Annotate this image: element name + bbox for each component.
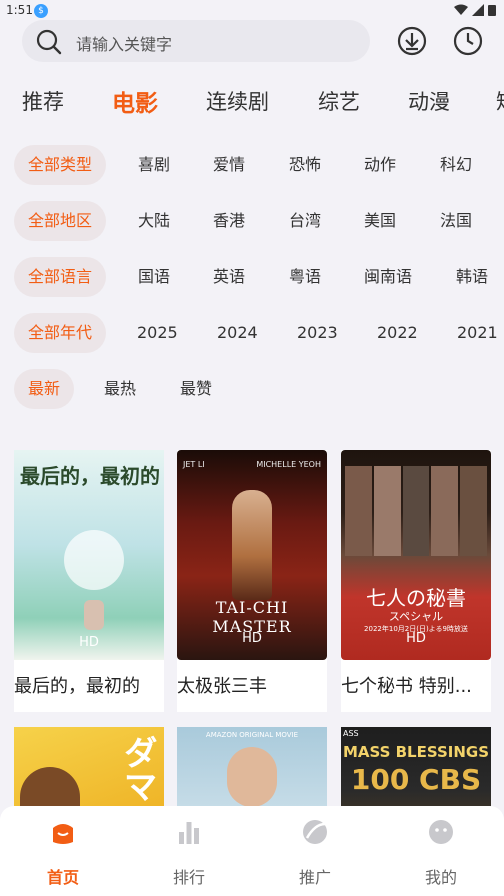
filter-genre-all[interactable]: 全部类型 [14,145,107,185]
bottom-navigation: 首页 排行 推广 我的 [0,806,504,896]
movie-card[interactable]: 最后的，最初的 HD 最后的，最初的 [14,450,164,712]
status-bar: 1:51 $ [0,0,504,22]
search-placeholder: 请输入关键字 [76,35,173,54]
filter-region-all[interactable]: 全部地区 [14,201,107,241]
poster-title-text: 最后的，最初的 [20,464,160,488]
nav-ranking[interactable]: 排行 [139,818,239,888]
sort-latest[interactable]: 最新 [14,369,75,409]
filter-region-france[interactable]: 法国 [440,201,472,241]
wifi-icon [454,4,468,15]
filter-genre-comedy[interactable]: 喜剧 [138,145,170,185]
search-icon [36,29,62,55]
history-icon[interactable] [452,25,484,57]
filter-year-2021[interactable]: 2021 [457,313,498,353]
category-tabs: 推荐 电影 连续剧 综艺 动漫 短 [0,80,504,124]
app-notification-icon: $ [34,4,48,18]
filter-row-region: 全部地区 大陆 香港 台湾 美国 法国 [0,198,504,242]
filter-row-language: 全部语言 国语 英语 粤语 闽南语 韩语 [0,254,504,298]
filter-language-minnan[interactable]: 闽南语 [364,257,412,297]
signal-icon [472,4,484,16]
poster-artwork [64,530,124,590]
poster-top-text: MASS BLESSINGS [342,743,490,761]
poster-label: AMAZON ORIGINAL MOVIE [205,731,299,739]
poster-cast-photos [345,466,487,556]
tab-movie[interactable]: 电影 [112,84,158,118]
download-icon[interactable] [396,25,428,57]
tab-anime[interactable]: 动漫 [408,86,450,116]
poster-tag: ASS [343,729,359,738]
poster-subtitle: スペシャル [388,610,444,623]
filter-language-cantonese[interactable]: 粤语 [289,257,321,297]
movie-title: 七个秘书 特别... [341,676,472,697]
filter-year-2022[interactable]: 2022 [377,313,418,353]
nav-label: 我的 [424,868,457,887]
poster-figure [232,490,272,600]
search-input[interactable]: 请输入关键字 [22,20,370,62]
hd-badge: HD [406,631,426,646]
filter-genre-action[interactable]: 动作 [364,145,396,185]
movie-poster: JET LI MICHELLE YEOH TAI-CHI MASTER HD [177,450,327,660]
nav-home[interactable]: 首页 [13,818,113,888]
movie-poster: 最后的，最初的 HD [14,450,164,660]
poster-actor-right: MICHELLE YEOH [256,460,321,469]
filter-year-2025[interactable]: 2025 [137,313,178,353]
tab-recommend[interactable]: 推荐 [22,86,64,116]
poster-title-text: 七人の秘書 [366,586,466,610]
filter-language-korean[interactable]: 韩语 [456,257,488,297]
poster-figure [84,600,104,630]
movie-title: 太极张三丰 [177,676,267,697]
sort-most-liked[interactable]: 最赞 [180,369,212,409]
filter-year-all[interactable]: 全部年代 [14,313,107,353]
filter-genre-scifi[interactable]: 科幻 [440,145,472,185]
poster-title-text: 100 CBS [350,763,482,796]
filter-language-mandarin[interactable]: 国语 [138,257,170,297]
status-time: 1:51 [6,3,33,17]
filter-language-all[interactable]: 全部语言 [14,257,107,297]
tab-series[interactable]: 连续剧 [206,86,269,116]
system-status-icons [454,4,496,16]
filter-genre-romance[interactable]: 爱情 [213,145,245,185]
filter-row-sort: 最新 最热 最赞 [0,366,504,410]
poster-actor-left: JET LI [183,460,205,469]
tab-short[interactable]: 短 [496,86,504,116]
tab-variety[interactable]: 综艺 [318,86,360,116]
ranking-icon [179,822,199,844]
poster-figure [227,747,277,807]
movie-card[interactable]: 七人の秘書 スペシャル 2022年10月2日(日)よる9時放送 HD 七个秘书 … [341,450,491,712]
filter-language-english[interactable]: 英语 [213,257,245,297]
movie-poster: 七人の秘書 スペシャル 2022年10月2日(日)よる9時放送 HD [341,450,491,660]
nav-label: 排行 [172,868,205,887]
nav-label: 首页 [46,868,79,887]
filter-row-genre: 全部类型 喜剧 爱情 恐怖 动作 科幻 [0,142,504,186]
filter-region-taiwan[interactable]: 台湾 [289,201,321,241]
profile-icon [429,820,453,844]
promote-icon [303,820,327,844]
filter-region-mainland[interactable]: 大陆 [138,201,170,241]
hd-badge: HD [79,635,99,650]
movie-card[interactable]: JET LI MICHELLE YEOH TAI-CHI MASTER HD 太… [177,450,327,712]
hd-badge: HD [242,631,262,646]
filter-genre-horror[interactable]: 恐怖 [289,145,321,185]
filter-region-hongkong[interactable]: 香港 [213,201,245,241]
filter-row-year: 全部年代 2025 2024 2023 2022 2021 [0,310,504,354]
movie-title: 最后的，最初的 [14,676,140,697]
sort-hottest[interactable]: 最热 [104,369,136,409]
filter-year-2024[interactable]: 2024 [217,313,258,353]
filter-year-2023[interactable]: 2023 [297,313,338,353]
battery-icon [488,5,496,16]
home-icon [53,824,73,844]
nav-label: 推广 [298,868,331,887]
filter-region-usa[interactable]: 美国 [364,201,396,241]
nav-promote[interactable]: 推广 [265,818,365,888]
nav-profile[interactable]: 我的 [391,818,491,888]
poster-title-text: ダマ [117,735,157,803]
